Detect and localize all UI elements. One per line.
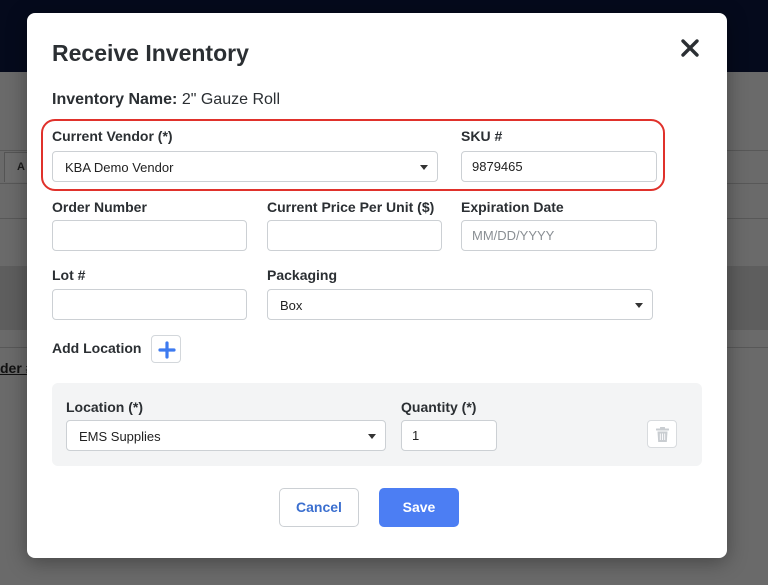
- remove-location-button[interactable]: [647, 420, 677, 448]
- current-vendor-label: Current Vendor (*): [52, 128, 173, 144]
- inventory-name-value: 2" Gauze Roll: [181, 91, 280, 108]
- price-per-unit-input[interactable]: [267, 220, 442, 251]
- close-icon: [678, 36, 702, 60]
- add-location-label: Add Location: [52, 340, 142, 356]
- packaging-label: Packaging: [267, 267, 338, 283]
- current-vendor-value: KBA Demo Vendor: [65, 160, 174, 175]
- lot-input[interactable]: [52, 289, 247, 320]
- inventory-name: Inventory Name: 2" Gauze Roll: [52, 91, 280, 109]
- location-label: Location (*): [66, 399, 143, 415]
- location-select[interactable]: EMS Supplies: [66, 420, 386, 451]
- quantity-input[interactable]: [401, 420, 497, 451]
- packaging-value: Box: [280, 298, 303, 313]
- price-per-unit-label: Current Price Per Unit ($): [267, 199, 435, 215]
- location-row: Location (*) EMS Supplies Quantity (*): [52, 383, 702, 466]
- chevron-down-icon: [368, 434, 376, 439]
- save-button[interactable]: Save: [379, 488, 459, 527]
- location-value: EMS Supplies: [79, 429, 161, 444]
- modal-title: Receive Inventory: [52, 40, 249, 66]
- chevron-down-icon: [635, 303, 643, 308]
- order-number-input[interactable]: [52, 220, 247, 251]
- inventory-name-label: Inventory Name:: [52, 91, 178, 108]
- expiration-date-label: Expiration Date: [461, 199, 564, 215]
- sku-label: SKU #: [461, 128, 503, 144]
- cancel-button[interactable]: Cancel: [279, 488, 359, 527]
- receive-inventory-modal: Receive Inventory Inventory Name: 2" Gau…: [27, 13, 727, 558]
- packaging-select[interactable]: Box: [267, 289, 653, 320]
- sku-input[interactable]: [461, 151, 657, 182]
- expiration-date-input[interactable]: [461, 220, 657, 251]
- order-number-label: Order Number: [52, 199, 147, 215]
- close-button[interactable]: [678, 36, 702, 60]
- quantity-label: Quantity (*): [401, 399, 477, 415]
- current-vendor-select[interactable]: KBA Demo Vendor: [52, 151, 438, 182]
- lot-label: Lot #: [52, 267, 86, 283]
- chevron-down-icon: [420, 165, 428, 170]
- add-location-button[interactable]: [151, 335, 181, 363]
